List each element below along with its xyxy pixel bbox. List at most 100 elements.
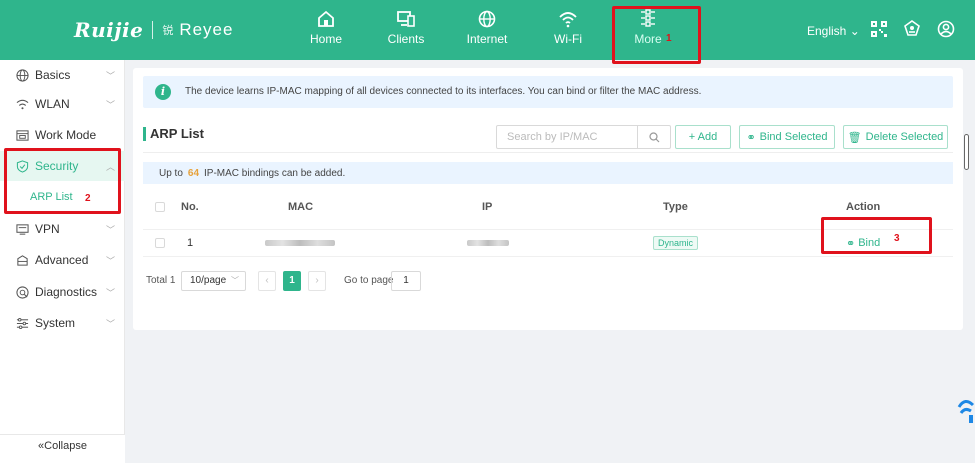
search-input[interactable] [497,126,637,148]
nav-clients-label: Clients [387,32,425,46]
annotation-marker-1: 1 [666,33,672,44]
sidebar-item-basics[interactable]: Basics ﹀ [0,60,125,90]
prev-page-button[interactable]: ‹ [258,271,276,291]
row-type: Dynamic [653,230,699,256]
collapse-button[interactable]: «Collapse [0,434,125,463]
info-icon: i [155,84,171,100]
column-header-mac: MAC [288,201,314,213]
subbrand-mark: 锐 [162,25,174,37]
nav-wifi-label: Wi-Fi [554,32,582,46]
page-title: ARP List [143,126,204,141]
row-mac-redacted [265,230,335,256]
page-size-select[interactable]: 10/page ﹀ [181,271,246,291]
scrollbar-thumb[interactable] [964,134,969,170]
delete-selected-button[interactable]: 🗑 Delete Selected [843,125,948,149]
annotation-marker-2: 2 [85,193,91,204]
bind-selected-button[interactable]: ⚭ Bind Selected [739,125,835,149]
diagnostics-icon [16,285,29,299]
sidebar-item-label: System [35,316,76,330]
nav-internet[interactable]: Internet [452,10,522,54]
nav-clients[interactable]: Clients [371,10,441,54]
sidebar-item-wlan[interactable]: WLAN ﹀ [0,89,125,119]
total-count: Total 1 [146,275,176,286]
column-header-ip: IP [482,201,493,213]
subbrand-name: Reyee [179,20,234,39]
floating-assistant-icon[interactable] [955,395,975,425]
section-divider [143,152,953,153]
limit-number: 64 [187,167,200,179]
nav-internet-label: Internet [466,32,508,46]
page-size-value: 10/page [190,275,227,286]
chevron-down-icon: ﹀ [231,276,239,285]
wifi-icon [16,99,29,109]
top-nav-bar: Ruijie 锐 Reyee Home Clients Internet Wi-… [0,0,975,60]
sidebar-item-label: Basics [35,68,71,82]
brand-name: Ruijie [74,18,144,42]
user-icon[interactable] [937,20,955,38]
logo[interactable]: Ruijie 锐 Reyee [74,18,233,42]
limit-prefix: Up to [159,167,183,179]
vpn-icon [16,223,29,235]
home-icon [318,10,334,27]
add-button[interactable]: + Add [675,125,731,149]
sidebar-item-label: Work Mode [35,128,97,142]
link-icon: ⚭ [746,131,756,144]
system-icon [16,317,29,329]
trash-icon: 🗑 [847,131,862,144]
sidebar-item-label: Advanced [35,253,89,267]
column-header-no: No. [181,201,199,213]
limit-suffix: IP-MAC bindings can be added. [204,167,346,179]
column-header-type: Type [663,201,688,213]
sidebar-item-advanced[interactable]: Advanced ﹀ [0,245,125,275]
chevron-down-icon: ﹀ [106,99,116,110]
row-checkbox[interactable] [155,230,165,256]
sidebar: Basics ﹀ WLAN ﹀ Work Mode Security ︿ ARP… [0,60,125,463]
logo-divider [152,21,154,39]
table-header: No. MAC IP Type Action [143,196,953,218]
search-button[interactable] [637,126,670,148]
column-header-action: Action [846,201,881,213]
goto-label: Go to page [344,275,394,286]
sidebar-item-label: VPN [35,222,60,236]
qr-code-icon[interactable] [870,20,888,38]
sidebar-item-work-mode[interactable]: Work Mode [0,120,125,150]
language-selector[interactable]: English ⌄ [807,24,860,38]
chevron-down-icon: ﹀ [106,224,116,235]
sidebar-item-label: WLAN [35,97,70,111]
row-ip-redacted [467,230,509,256]
sidebar-item-label: Diagnostics [35,285,98,299]
chevron-down-icon: ﹀ [106,287,116,298]
select-all-checkbox[interactable] [155,196,165,218]
info-banner: i The device learns IP-MAC mapping of al… [143,76,953,108]
wifi-icon [559,12,577,28]
arp-list-card: i The device learns IP-MAC mapping of al… [133,68,963,330]
row-number: 1 [187,237,194,249]
current-page-button[interactable]: 1 [283,271,301,291]
info-text: The device learns IP-MAC mapping of all … [185,86,702,97]
sidebar-item-vpn[interactable]: VPN ﹀ [0,214,125,244]
chevron-down-icon: ﹀ [106,318,116,329]
highlight-box-bind [821,217,932,254]
type-badge: Dynamic [653,236,699,250]
bind-selected-label: Bind Selected [759,131,828,143]
nav-home[interactable]: Home [291,10,361,54]
annotation-marker-3: 3 [894,233,900,244]
work-mode-icon [16,129,29,141]
nav-wifi[interactable]: Wi-Fi [533,10,603,54]
search-icon [648,131,659,142]
delete-selected-label: Delete Selected [865,131,944,143]
search-box [496,125,671,149]
language-label: English [807,24,847,38]
clients-icon [397,11,415,27]
next-page-button[interactable]: › [308,271,326,291]
chevron-down-icon: ﹀ [106,255,116,266]
highlight-box-security [4,148,121,214]
chevron-down-icon: ⌄ [849,24,860,38]
advanced-icon [17,254,28,266]
goto-page-input[interactable]: 1 [391,271,421,291]
ai-assistant-icon[interactable] [903,20,921,38]
sidebar-item-diagnostics[interactable]: Diagnostics ﹀ [0,277,125,307]
globe-icon [16,68,29,82]
chevron-down-icon: ﹀ [106,70,116,81]
sidebar-item-system[interactable]: System ﹀ [0,308,125,338]
